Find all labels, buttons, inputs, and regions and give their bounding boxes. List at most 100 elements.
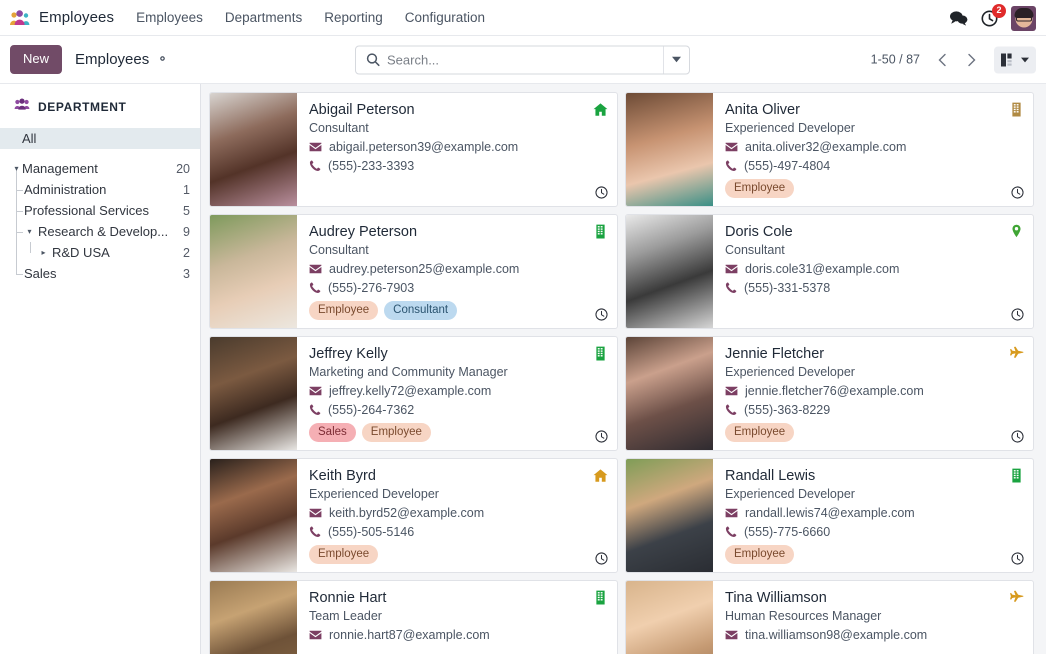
chat-bubbles-icon[interactable] [949, 10, 968, 26]
brand[interactable]: Employees [8, 8, 114, 28]
employee-phone-row[interactable]: (555)-276-7903 [309, 281, 607, 295]
employee-job-title: Consultant [725, 243, 1023, 257]
employee-name: Randall Lewis [725, 468, 1023, 485]
chevron-right-icon[interactable]: ▸ [38, 249, 49, 257]
sidebar-item-sales[interactable]: Sales 3 [0, 263, 200, 284]
sidebar-item-administration[interactable]: Administration 1 [0, 179, 200, 200]
sidebar-item-label: Professional Services [24, 203, 177, 218]
clock-icon[interactable] [595, 186, 608, 199]
employee-tag[interactable]: Sales [309, 423, 356, 442]
phone-icon [725, 404, 737, 416]
sidebar-item-professional-services[interactable]: Professional Services 5 [0, 200, 200, 221]
search-input[interactable] [387, 46, 663, 73]
employee-phone-row[interactable]: (555)-331-5378 [725, 281, 1023, 295]
employee-card[interactable]: Jennie FletcherExperienced Developerjenn… [625, 336, 1034, 451]
control-panel: New Employees 1-50 / 87 [0, 36, 1046, 84]
view-switcher[interactable] [994, 46, 1036, 73]
sidebar-item-management[interactable]: ▾ Management 20 [0, 158, 200, 179]
gear-icon[interactable] [156, 52, 169, 67]
sidebar-item-count: 9 [183, 225, 190, 239]
employee-card[interactable]: Anita OliverExperienced Developeranita.o… [625, 92, 1034, 207]
employee-card[interactable]: Keith ByrdExperienced Developerkeith.byr… [209, 458, 618, 573]
home-icon[interactable] [593, 102, 608, 117]
employee-tag[interactable]: Consultant [384, 301, 457, 320]
clock-icon[interactable] [1011, 552, 1024, 565]
employee-tag[interactable]: Employee [362, 423, 431, 442]
employee-email-row[interactable]: doris.cole31@example.com [725, 262, 1023, 276]
airplane-icon[interactable] [1009, 346, 1024, 361]
employee-phone: (555)-505-5146 [328, 525, 414, 539]
employee-tag[interactable]: Employee [725, 545, 794, 564]
employee-name: Ronnie Hart [309, 590, 607, 607]
clock-icon[interactable] [1011, 186, 1024, 199]
pager-next-button[interactable] [958, 46, 986, 73]
employee-email-row[interactable]: keith.byrd52@example.com [309, 506, 607, 520]
avatar[interactable] [1011, 6, 1036, 31]
employee-card[interactable]: Tina WilliamsonHuman Resources Managerti… [625, 580, 1034, 654]
employee-phone-row[interactable]: (555)-497-4804 [725, 159, 1023, 173]
tree-tick [16, 211, 23, 212]
employee-tag[interactable]: Employee [309, 545, 378, 564]
employee-photo [210, 337, 297, 450]
sidebar-item-label: Sales [24, 266, 177, 281]
clock-activity-icon[interactable]: 2 [981, 10, 998, 27]
map-pin-icon[interactable] [1009, 224, 1024, 239]
sidebar-item-all[interactable]: All [0, 128, 200, 149]
employee-job-title: Experienced Developer [309, 487, 607, 501]
employee-email-row[interactable]: tina.williamson98@example.com [725, 628, 1023, 642]
home-icon[interactable] [593, 468, 608, 483]
search-bar[interactable] [355, 45, 690, 74]
menu-item-configuration[interactable]: Configuration [405, 6, 485, 29]
employee-phone-row[interactable]: (555)-233-3393 [309, 159, 607, 173]
employee-phone-row[interactable]: (555)-264-7362 [309, 403, 607, 417]
employee-email-row[interactable]: audrey.peterson25@example.com [309, 262, 607, 276]
clock-icon[interactable] [1011, 430, 1024, 443]
menu-item-departments[interactable]: Departments [225, 6, 302, 29]
chevron-down-icon[interactable]: ▾ [24, 228, 35, 236]
employee-phone-row[interactable]: (555)-775-6660 [725, 525, 1023, 539]
menu-item-employees[interactable]: Employees [136, 6, 203, 29]
sidebar-item-count: 20 [176, 162, 190, 176]
employee-email-row[interactable]: randall.lewis74@example.com [725, 506, 1023, 520]
main-body: DEPARTMENT All ▾ Management 20 Administr… [0, 84, 1046, 654]
employee-card[interactable]: Audrey PetersonConsultantaudrey.peterson… [209, 214, 618, 329]
building-icon[interactable] [1009, 102, 1024, 117]
employee-tag[interactable]: Employee [725, 179, 794, 198]
clock-icon[interactable] [595, 430, 608, 443]
employee-email-row[interactable]: ronnie.hart87@example.com [309, 628, 607, 642]
employee-card[interactable]: Jeffrey KellyMarketing and Community Man… [209, 336, 618, 451]
clock-icon[interactable] [595, 308, 608, 321]
employee-card[interactable]: Doris ColeConsultantdoris.cole31@example… [625, 214, 1034, 329]
employee-phone-row[interactable]: (555)-363-8229 [725, 403, 1023, 417]
employee-card[interactable]: Abigail PetersonConsultantabigail.peters… [209, 92, 618, 207]
chevron-down-icon[interactable]: ▾ [11, 165, 22, 173]
airplane-icon[interactable] [1009, 590, 1024, 605]
building-icon[interactable] [593, 590, 608, 605]
employee-email-row[interactable]: jeffrey.kelly72@example.com [309, 384, 607, 398]
new-button[interactable]: New [10, 45, 62, 73]
employee-email: jeffrey.kelly72@example.com [329, 384, 491, 398]
clock-icon[interactable] [1011, 308, 1024, 321]
employees-group-icon [14, 98, 30, 116]
building-icon[interactable] [1009, 468, 1024, 483]
employee-email-row[interactable]: jennie.fletcher76@example.com [725, 384, 1023, 398]
employee-phone-row[interactable]: (555)-505-5146 [309, 525, 607, 539]
employee-email-row[interactable]: anita.oliver32@example.com [725, 140, 1023, 154]
building-icon[interactable] [593, 224, 608, 239]
pager-previous-button[interactable] [928, 46, 956, 73]
search-dropdown-toggle[interactable] [663, 46, 689, 73]
menu-item-reporting[interactable]: Reporting [324, 6, 383, 29]
employee-phone: (555)-264-7362 [328, 403, 414, 417]
employee-card[interactable]: Randall LewisExperienced Developerrandal… [625, 458, 1034, 573]
sidebar-item-rd-usa[interactable]: ▸ R&D USA 2 [0, 242, 200, 263]
employee-tag[interactable]: Employee [725, 423, 794, 442]
employee-email-row[interactable]: abigail.peterson39@example.com [309, 140, 607, 154]
building-icon[interactable] [593, 346, 608, 361]
sidebar-item-research-development[interactable]: ▾ Research & Develop... 9 [0, 221, 200, 242]
employee-card[interactable]: Ronnie HartTeam Leaderronnie.hart87@exam… [209, 580, 618, 654]
employee-tag[interactable]: Employee [309, 301, 378, 320]
employee-email: audrey.peterson25@example.com [329, 262, 519, 276]
employee-phone: (555)-331-5378 [744, 281, 830, 295]
employee-name: Jeffrey Kelly [309, 346, 607, 363]
clock-icon[interactable] [595, 552, 608, 565]
